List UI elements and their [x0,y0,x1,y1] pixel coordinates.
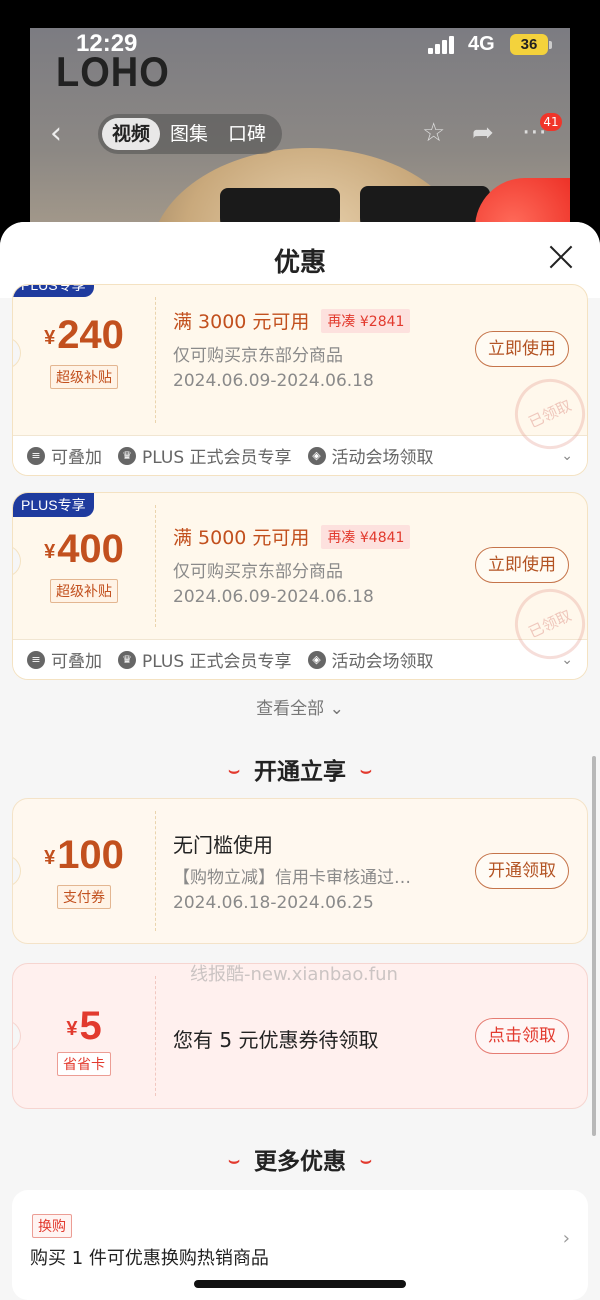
coupon-tag: 支付券 [13,885,155,909]
coupon-desc: 仅可购买京东部分商品 [173,562,343,582]
coupon-date: 2024.06.18-2024.06.25 [173,893,374,913]
coupon-amount: ¥400 [44,527,124,571]
coupon-title: 您有 5 元优惠券待领取 [173,1028,379,1052]
plus-tag: PLUS专享 [13,493,94,517]
footer-venue: 活动会场领取 [331,448,434,468]
coupon-desc: 【购物立减】信用卡审核通过… [173,868,411,888]
coupon-footer: ≡ 可叠加 ♛ PLUS 正式会员专享 ◈ 活动会场领取 ⌄ [13,639,587,679]
plus-tag: PLUS专享 [13,285,94,297]
more-offer-text: 购买 1 件可优惠换购热销商品 [30,1248,269,1269]
chevron-down-icon[interactable]: ⌄ [561,448,573,464]
stack-icon: ≡ [27,446,45,465]
status-time: 12:29 [76,30,138,57]
venue-icon: ◈ [307,650,326,669]
coupon-tag: 超级补贴 [13,365,155,389]
notification-badge: 41 [540,113,562,131]
coupon-amount: ¥100 [44,833,124,877]
crown-icon: ♛ [118,650,136,669]
coupon-condition: 满 3000 元可用 再凑 ¥2841 [173,307,411,334]
footer-plus: PLUS 正式会员专享 [142,652,292,672]
chevron-right-icon: › [562,1228,570,1249]
media-tabs: 视频 图集 口碑 [98,114,283,154]
share-icon[interactable]: ➦ [472,118,494,148]
coupon-divider [155,976,156,1096]
battery-tip [549,41,552,49]
battery-icon: 36 [510,34,548,55]
discount-sheet: 优惠 PLUS专享 ¥240 超级补贴 满 3000 元可用 再凑 ¥2841 仅… [0,222,600,1300]
crown-icon: ♛ [118,446,136,465]
close-icon[interactable] [548,244,574,270]
coupon-footer: ≡ 可叠加 ♛ PLUS 正式会员专享 ◈ 活动会场领取 ⌄ [13,435,587,475]
coupon-extra: 再凑 ¥2841 [321,309,411,333]
coupon-divider [155,505,156,627]
coupon-amount: ¥240 [44,313,124,357]
footer-plus: PLUS 正式会员专享 [142,448,292,468]
coupon-tag: 省省卡 [13,1052,155,1076]
stack-icon: ≡ [27,650,45,669]
section-title-open: ⌣ 开通立享 ⌣ [228,759,372,785]
sheet-title: 优惠 [273,248,326,278]
home-indicator[interactable] [194,1280,406,1288]
coupon-desc: 仅可购买京东部分商品 [173,346,343,366]
see-all-link[interactable]: 查看全部 ⌄ [0,694,600,719]
scrollbar[interactable] [592,756,596,1136]
tab-gallery[interactable]: 图集 [160,118,218,150]
coupon-divider [155,297,156,423]
watermark: 线报酷-new.xianbao.fun [190,964,398,985]
signal-icon [428,36,458,54]
pay-coupon-card: ¥100 支付券 无门槛使用 【购物立减】信用卡审核通过… 2024.06.18… [12,798,588,944]
footer-stackable: 可叠加 [51,448,102,468]
more-offer-tag: 换购 [32,1214,72,1238]
tab-reviews[interactable]: 口碑 [218,118,276,150]
back-icon[interactable]: ‹ [50,116,78,152]
use-now-button[interactable]: 立即使用 [475,547,569,583]
coupon-tag: 超级补贴 [13,579,155,603]
coupon-divider [155,811,156,931]
use-now-button[interactable]: 立即使用 [475,331,569,367]
coupon-amount: ¥5 [66,1004,102,1048]
coupon-extra: 再凑 ¥4841 [321,525,411,549]
venue-icon: ◈ [307,446,326,465]
star-icon[interactable]: ☆ [422,118,445,148]
footer-stackable: 可叠加 [51,652,102,672]
coupon-date: 2024.06.09-2024.06.18 [173,587,374,607]
coupon-card: PLUS专享 ¥240 超级补贴 满 3000 元可用 再凑 ¥2841 仅可购买… [12,284,588,476]
section-title-more: ⌣ 更多优惠 ⌣ [228,1149,372,1175]
coupon-card: PLUS专享 ¥400 超级补贴 满 5000 元可用 再凑 ¥4841 仅可购买… [12,492,588,680]
tab-video[interactable]: 视频 [102,118,161,150]
coupon-condition: 满 5000 元可用 再凑 ¥4841 [173,523,411,550]
click-claim-button[interactable]: 点击领取 [475,1018,569,1054]
network-type: 4G [468,33,495,55]
footer-venue: 活动会场领取 [331,652,434,672]
coupon-date: 2024.06.09-2024.06.18 [173,371,374,391]
activate-claim-button[interactable]: 开通领取 [475,853,569,889]
coupon-title: 无门槛使用 [173,833,273,857]
